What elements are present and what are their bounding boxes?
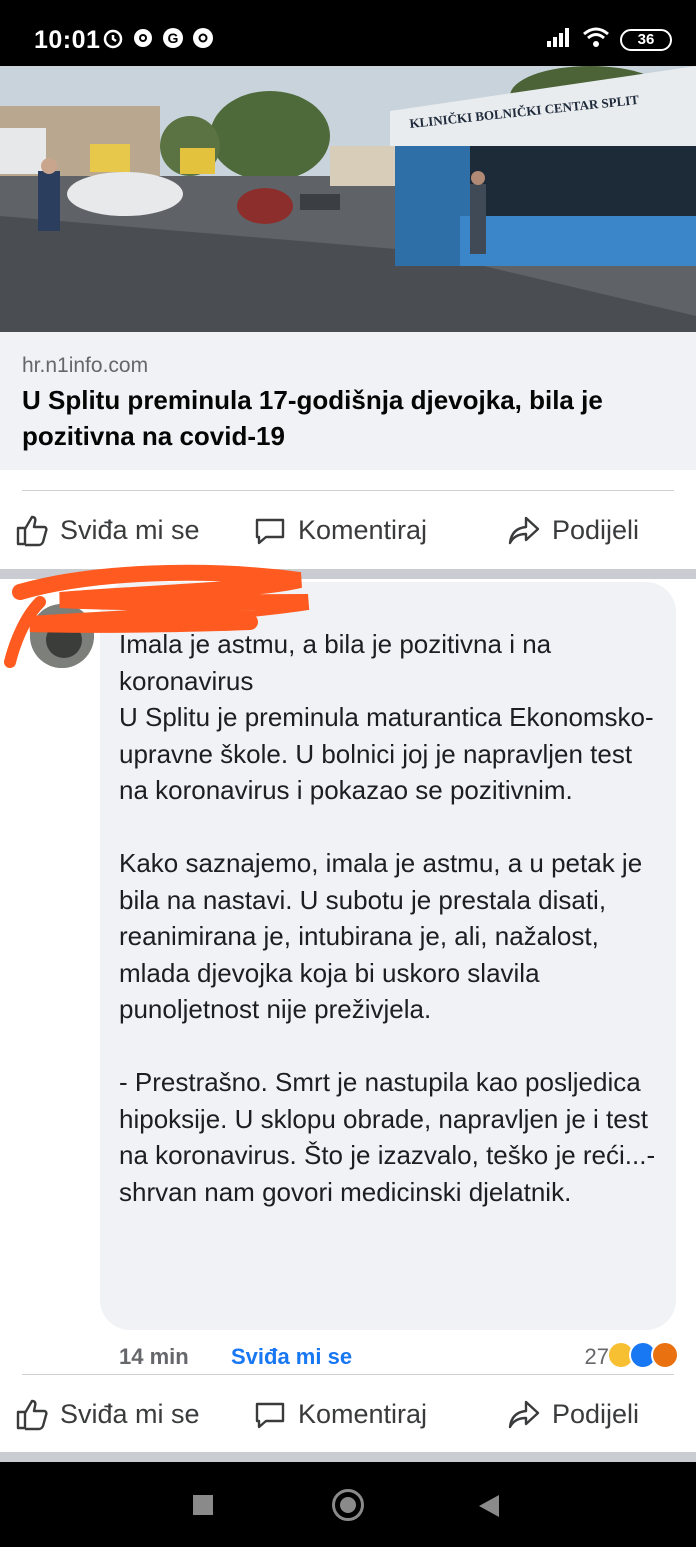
comment-icon [255, 1402, 285, 1429]
share-button[interactable]: Podijeli [506, 492, 639, 568]
share-label: Podijeli [552, 514, 640, 545]
back-button[interactable] [479, 1495, 499, 1517]
android-nav-bar [0, 1462, 696, 1547]
share-icon [508, 1400, 540, 1429]
thumbs-up-icon [16, 515, 48, 547]
wifi-icon [582, 26, 610, 53]
alarm-icon [102, 27, 124, 49]
home-button[interactable] [332, 1489, 364, 1521]
divider [22, 490, 674, 491]
comment-like-link[interactable]: Sviđa mi se [231, 1344, 352, 1370]
system-icons: 36 [546, 26, 672, 53]
battery-icon: 36 [620, 28, 672, 51]
reaction-count: 27 [584, 1344, 609, 1369]
post-action-bar: Sviđa mi se Komentiraj Podijeli [0, 492, 696, 568]
angry-reaction-icon [651, 1341, 679, 1369]
grammarly-icon: G [162, 27, 184, 49]
comment-button[interactable]: Komentiraj [252, 1376, 427, 1452]
share-button[interactable]: Podijeli [506, 1376, 639, 1452]
status-bar: 10:01 G 36 [0, 0, 696, 66]
chrome-icon [192, 27, 214, 49]
reaction-summary[interactable]: 27 [585, 1340, 679, 1370]
like-label: Sviđa mi se [60, 514, 200, 545]
at-icon [132, 27, 154, 49]
thumbs-up-icon [16, 1399, 48, 1431]
notification-icons: G [102, 27, 214, 49]
recents-button[interactable] [193, 1495, 213, 1515]
status-time: 10:01 [34, 26, 101, 54]
like-label: Sviđa mi se [60, 1398, 200, 1429]
link-title[interactable]: U Splitu preminula 17-godišnja djevojka,… [22, 382, 672, 454]
comment-label: Komentiraj [298, 1398, 428, 1429]
like-button[interactable]: Sviđa mi se [14, 1376, 200, 1452]
hospital-photo: KLINIČKI BOLNIČKI CENTAR SPLIT [0, 66, 696, 332]
link-domain: hr.n1info.com [22, 354, 149, 377]
bottom-action-bar: Sviđa mi se Komentiraj Podijeli [0, 1376, 696, 1452]
like-button[interactable]: Sviđa mi se [14, 492, 200, 568]
comment-button[interactable]: Komentiraj [252, 492, 427, 568]
comment-label: Komentiraj [298, 514, 428, 545]
link-preview-meta[interactable]: hr.n1info.com U Splitu preminula 17-godi… [0, 332, 696, 470]
share-icon [508, 516, 540, 545]
comment-icon [255, 518, 285, 545]
divider [22, 1374, 674, 1375]
share-label: Podijeli [552, 1398, 640, 1429]
comment-time: 14 min [119, 1344, 189, 1369]
svg-text:G: G [168, 30, 179, 46]
link-preview-image[interactable]: KLINIČKI BOLNIČKI CENTAR SPLIT [0, 66, 696, 332]
signal-icon [546, 27, 572, 52]
comment-meta: 14 min Sviđa mi se 27 [119, 1340, 679, 1376]
comment-text: Imala je astmu, a bila je pozitivna i na… [119, 629, 656, 1207]
section-separator [0, 1452, 696, 1462]
